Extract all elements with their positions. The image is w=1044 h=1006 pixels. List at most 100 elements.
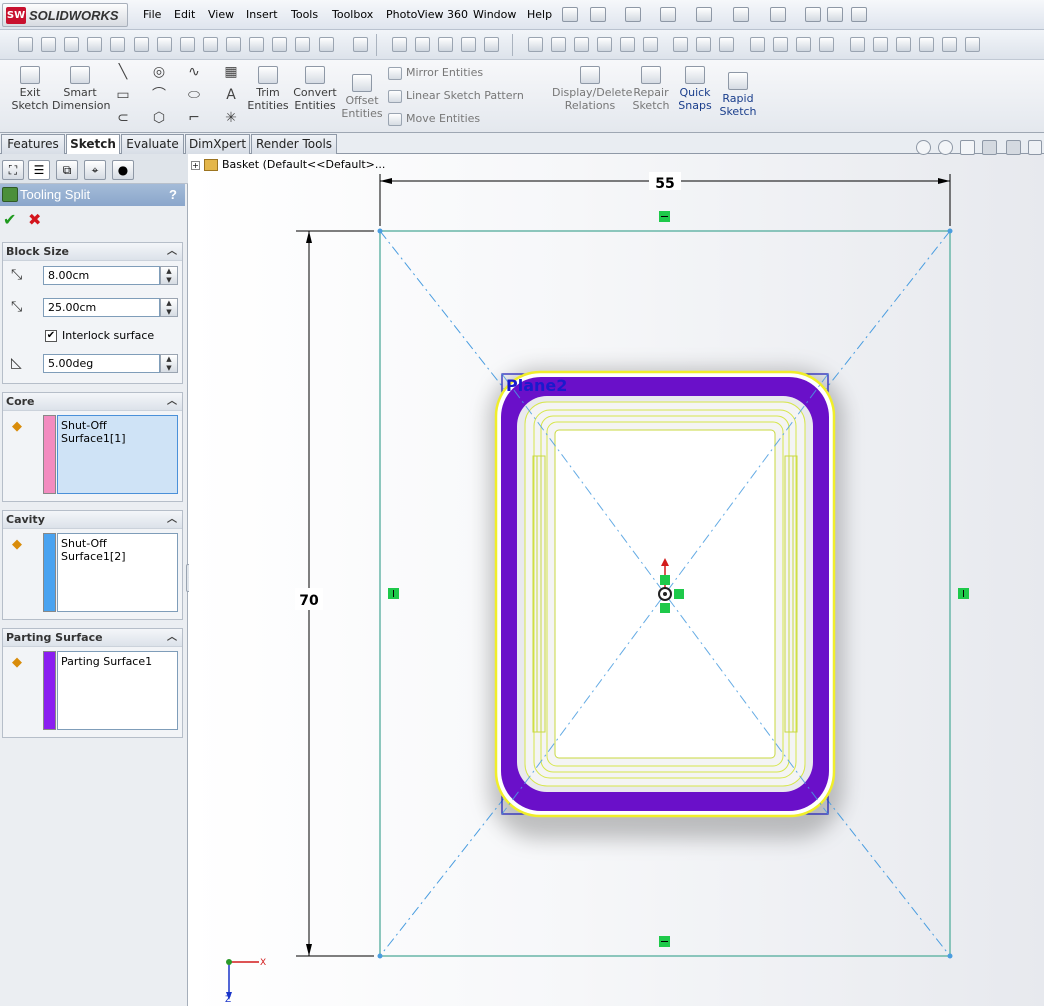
surface-6-icon[interactable] <box>643 37 658 52</box>
tab-evaluate[interactable]: Evaluate <box>121 134 184 154</box>
zoom-to-area-icon[interactable] <box>938 140 953 155</box>
collapse-chevron-icon[interactable]: ︿ <box>167 511 177 529</box>
core-selection-box[interactable]: Shut-Off Surface1[1] <box>57 415 178 494</box>
display-style-icon[interactable] <box>1028 140 1042 155</box>
display-manager-tab-icon[interactable]: ● <box>112 160 134 180</box>
horizontal-relation-bottom-icon[interactable] <box>659 936 670 947</box>
property-manager-tab-icon[interactable]: ☰ <box>28 160 50 180</box>
print-icon[interactable] <box>696 7 712 22</box>
offset-entities-button[interactable]: Offset Entities <box>340 74 384 120</box>
distribute-icon[interactable] <box>272 37 287 52</box>
magnet-icon[interactable] <box>41 37 56 52</box>
exit-sketch-button[interactable]: Exit Sketch <box>10 66 50 112</box>
undo-icon[interactable] <box>733 7 749 22</box>
draft-angle-input[interactable]: 5.00deg <box>43 354 160 373</box>
rectangle-icon[interactable]: ▭ <box>114 87 132 103</box>
height-dimension-value[interactable]: 70 <box>299 593 319 609</box>
text-icon[interactable]: A <box>222 87 240 103</box>
menu-tools[interactable]: Tools <box>291 8 318 21</box>
collapse-chevron-icon[interactable]: ︿ <box>167 393 177 411</box>
open-icon[interactable] <box>625 7 641 22</box>
vertical-relation-left-icon[interactable] <box>388 588 399 599</box>
rapid-sketch-button[interactable]: Rapid Sketch <box>718 72 758 118</box>
feature-1-icon[interactable] <box>750 37 765 52</box>
section-view-icon[interactable] <box>982 140 997 155</box>
menu-edit[interactable]: Edit <box>174 8 195 21</box>
previous-view-icon[interactable] <box>960 140 975 155</box>
feature-4-icon[interactable] <box>819 37 834 52</box>
sigma-icon[interactable] <box>203 37 218 52</box>
polygon-icon[interactable]: ⬡ <box>150 110 168 126</box>
zoom-box-icon[interactable] <box>353 37 368 52</box>
block-depth-2-spinner[interactable]: ▲ ▼ <box>160 298 178 317</box>
feature-6-icon[interactable] <box>873 37 888 52</box>
check-sketch-icon[interactable] <box>319 37 334 52</box>
collapse-chevron-icon[interactable]: ︿ <box>167 243 177 261</box>
view-orientation-icon[interactable] <box>1006 140 1021 155</box>
relation-icon[interactable] <box>226 37 241 52</box>
core-selection-item[interactable]: Shut-Off Surface1[1] <box>61 419 126 445</box>
menu-photoview-360[interactable]: PhotoView 360 <box>386 8 468 21</box>
mold-tool-5-icon[interactable] <box>484 37 499 52</box>
tab-dimxpert[interactable]: DimXpert <box>185 134 250 154</box>
view-2-icon[interactable] <box>696 37 711 52</box>
check-box-2-icon[interactable] <box>180 37 195 52</box>
spline-icon[interactable]: ∿ <box>185 64 203 80</box>
solidworks-logo[interactable]: SW SOLIDWORKS <box>2 3 128 27</box>
menu-toolbox[interactable]: Toolbox <box>332 8 373 21</box>
tab-features[interactable]: Features <box>1 134 65 154</box>
slot-icon[interactable]: ⊂ <box>114 110 132 126</box>
view-1-icon[interactable] <box>673 37 688 52</box>
configuration-manager-tab-icon[interactable]: ⧉ <box>56 160 78 180</box>
pin-icon[interactable] <box>562 7 578 22</box>
balance-icon[interactable] <box>64 37 79 52</box>
mold-tool-4-icon[interactable] <box>461 37 476 52</box>
convert-entities-button[interactable]: Convert Entities <box>292 66 338 112</box>
menu-insert[interactable]: Insert <box>246 8 278 21</box>
width-dimension-value[interactable]: 55 <box>655 176 674 192</box>
feature-2-icon[interactable] <box>773 37 788 52</box>
file-properties-icon[interactable] <box>827 7 843 22</box>
trim-entities-button[interactable]: Trim Entities <box>246 66 290 112</box>
ok-button[interactable]: ✔ <box>3 210 16 229</box>
menu-help[interactable]: Help <box>527 8 552 21</box>
surface-1-icon[interactable] <box>528 37 543 52</box>
fillet-icon[interactable]: ⌐ <box>185 110 203 126</box>
cavity-heading[interactable]: Cavity ︿ <box>3 511 182 529</box>
clock-icon[interactable] <box>110 37 125 52</box>
feature-10-icon[interactable] <box>965 37 980 52</box>
select-icon[interactable] <box>770 7 786 22</box>
lock-icon[interactable] <box>134 37 149 52</box>
align-icon[interactable] <box>295 37 310 52</box>
mirror-entities-button[interactable]: Mirror Entities <box>388 66 483 80</box>
surface-5-icon[interactable] <box>620 37 635 52</box>
grid-icon[interactable]: ▦ <box>222 64 240 80</box>
cavity-selection-box[interactable]: Shut-Off Surface1[2] <box>57 533 178 612</box>
vertical-relation-right-icon[interactable] <box>958 588 969 599</box>
rebuild-icon[interactable] <box>805 7 821 22</box>
mold-tool-1-icon[interactable] <box>392 37 407 52</box>
tab-render-tools[interactable]: Render Tools <box>251 134 337 154</box>
collapse-chevron-icon[interactable]: ︿ <box>167 629 177 647</box>
feature-7-icon[interactable] <box>896 37 911 52</box>
cancel-button[interactable]: ✖ <box>28 210 41 229</box>
surface-4-icon[interactable] <box>597 37 612 52</box>
triangle-icon[interactable] <box>249 37 264 52</box>
horizontal-relation-top-icon[interactable] <box>659 211 670 222</box>
block-size-heading[interactable]: Block Size ︿ <box>3 243 182 261</box>
arc-icon[interactable]: ⌒ <box>150 87 168 103</box>
help-icon[interactable]: ? <box>169 184 177 206</box>
linear-sketch-pattern-button[interactable]: Linear Sketch Pattern <box>388 89 524 103</box>
graphics-area[interactable]: + Basket (Default<<Default>... 55 70 Pla… <box>189 154 1044 1006</box>
parting-surface-selection-item[interactable]: Parting Surface1 <box>61 655 152 668</box>
block-depth-1-input[interactable]: 8.00cm <box>43 266 160 285</box>
menu-view[interactable]: View <box>208 8 234 21</box>
check-box-icon[interactable] <box>157 37 172 52</box>
block-depth-2-input[interactable]: 25.00cm <box>43 298 160 317</box>
parting-surface-selection-box[interactable]: Parting Surface1 <box>57 651 178 730</box>
repair-sketch-button[interactable]: Repair Sketch <box>630 66 672 112</box>
line-icon[interactable]: ╲ <box>114 64 132 80</box>
surface-2-icon[interactable] <box>551 37 566 52</box>
feature-manager-tab-icon[interactable]: ⛶ <box>2 160 24 180</box>
quick-snaps-button[interactable]: Quick Snaps <box>676 66 714 112</box>
